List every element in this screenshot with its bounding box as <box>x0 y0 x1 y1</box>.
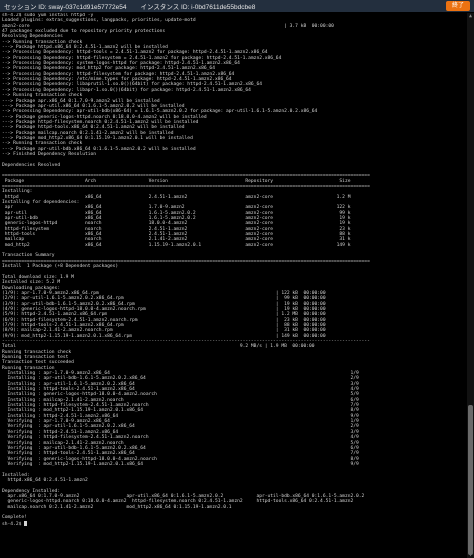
cursor <box>24 520 28 526</box>
prompt-text: sh-4.2$ <box>2 521 25 527</box>
session-id-label: セッション ID: sway-037c1d91e57772e54 <box>4 4 127 11</box>
instance-id-label: インスタンス ID: i-0bd7611de55bdcbe8 <box>140 4 256 11</box>
scrollbar-thumb[interactable] <box>468 405 473 555</box>
scroll-up-icon[interactable]: ▲ <box>468 13 473 19</box>
shell-prompt[interactable]: sh-4.2$ <box>2 520 466 527</box>
terminate-button[interactable]: 終了 <box>445 1 470 11</box>
terminal-output[interactable]: sh-4.2$ sudo yum install httpd -y Loaded … <box>2 13 466 558</box>
session-bar: セッション ID: sway-037c1d91e57772e54 インスタンス … <box>0 0 474 12</box>
